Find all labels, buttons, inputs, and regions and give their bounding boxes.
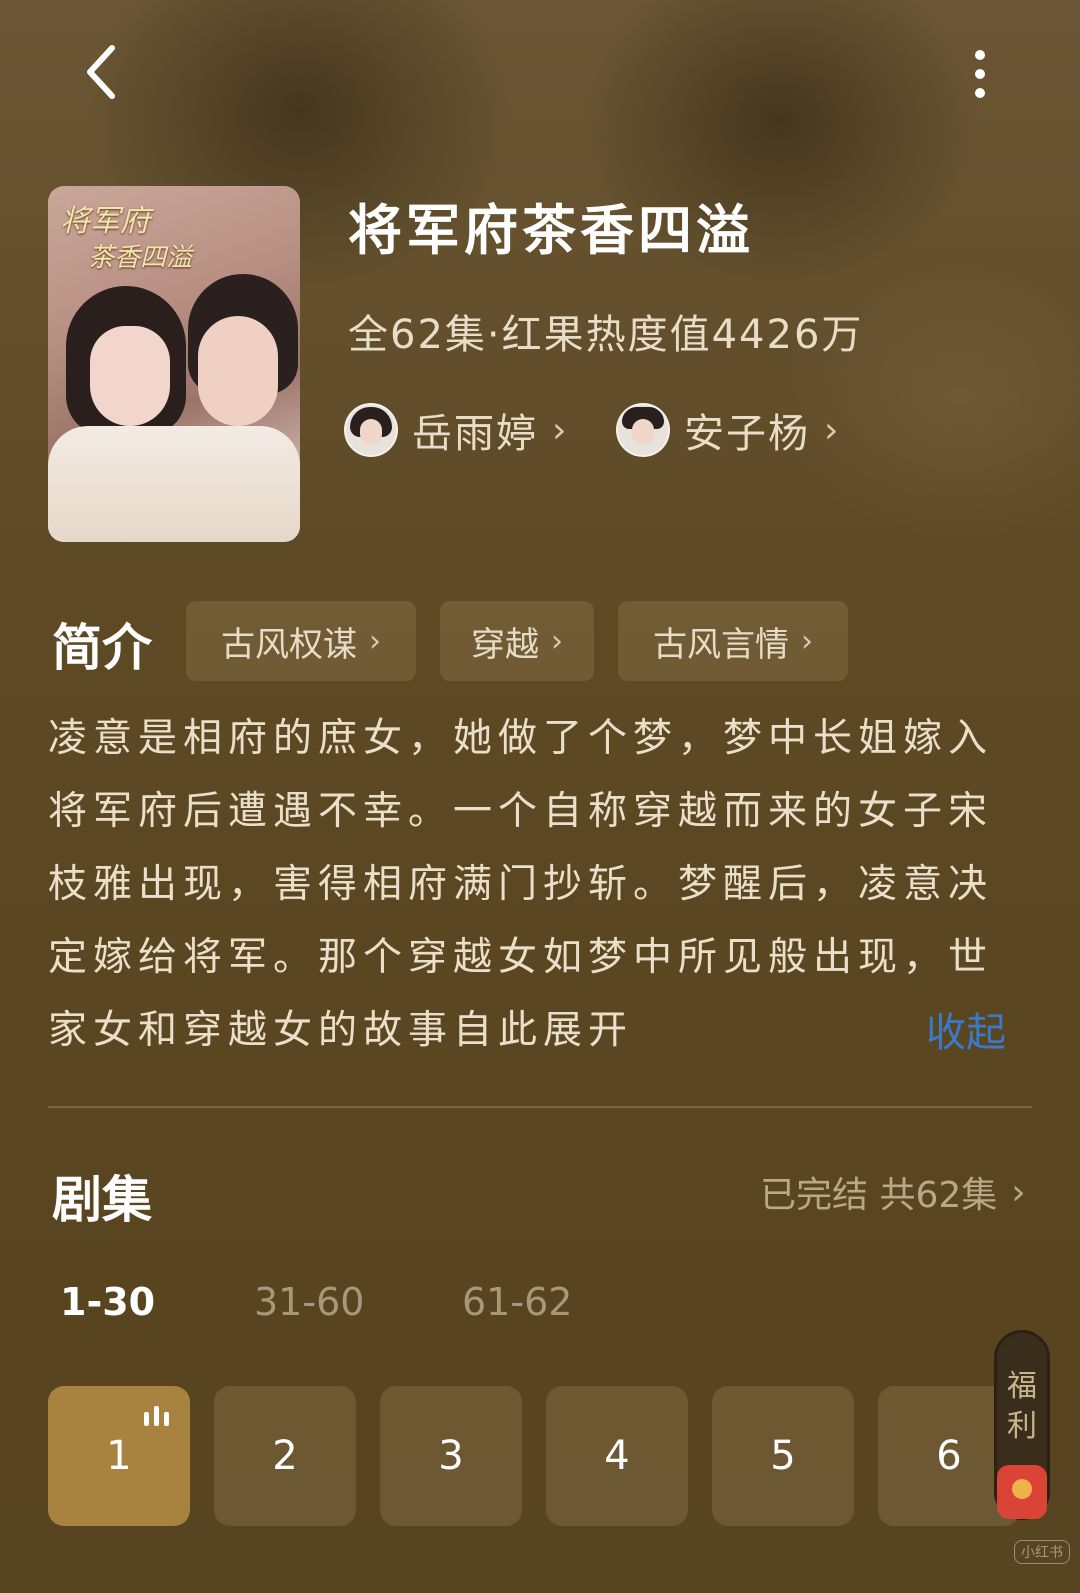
show-title: 将军府茶香四溢	[348, 198, 754, 262]
intro-heading: 简介	[52, 618, 152, 677]
episode-number: 2	[272, 1433, 298, 1479]
playing-icon	[144, 1406, 169, 1426]
red-envelope-icon	[997, 1465, 1047, 1519]
chevron-right-icon: ›	[552, 409, 567, 451]
chevron-right-icon: ›	[824, 409, 839, 451]
tab-range-3[interactable]: 61-62	[462, 1280, 572, 1324]
chevron-right-icon: ›	[801, 623, 813, 659]
tab-range-1[interactable]: 1-30	[60, 1280, 155, 1324]
chevron-right-icon: ›	[1011, 1171, 1026, 1213]
tag-chip[interactable]: 古风言情 ›	[618, 601, 848, 681]
more-dot	[975, 69, 985, 79]
episodes-heading: 剧集	[52, 1170, 152, 1229]
episode-number: 6	[936, 1433, 962, 1479]
show-description: 凌意是相府的庶女，她做了个梦，梦中长姐嫁入将军府后遭遇不幸。一个自称穿越而来的女…	[48, 716, 994, 1053]
actor-link[interactable]: 安子杨 ›	[616, 403, 839, 457]
collapse-button[interactable]: 收起	[926, 1000, 1006, 1058]
chevron-left-icon	[87, 45, 115, 99]
poster-figure	[90, 326, 170, 426]
episode-button[interactable]: 2	[214, 1386, 356, 1526]
episodes-status-link[interactable]: 已完结 共62集 ›	[760, 1166, 1026, 1218]
tag-chip[interactable]: 穿越 ›	[440, 601, 594, 681]
episode-number: 4	[604, 1433, 630, 1479]
divider	[48, 1106, 1032, 1108]
episode-number: 3	[438, 1433, 464, 1479]
episode-grid: 1 2 3 4 5 6	[48, 1386, 1038, 1526]
more-dot	[975, 88, 985, 98]
episode-button[interactable]: 3	[380, 1386, 522, 1526]
show-meta: 全62集·红果热度值4426万	[348, 312, 864, 358]
more-vertical-icon	[975, 50, 985, 60]
episode-button[interactable]: 1	[48, 1386, 190, 1526]
tag-label: 穿越	[471, 624, 539, 665]
watermark: 小红书	[1014, 1540, 1070, 1564]
episode-number: 1	[106, 1433, 132, 1479]
poster-logo: 茶香四溢	[88, 243, 193, 273]
avatar	[616, 403, 670, 457]
tab-range-2[interactable]: 31-60	[254, 1280, 364, 1324]
poster-logo: 将军府	[60, 204, 150, 239]
tag-label: 古风权谋	[221, 624, 357, 665]
actor-link[interactable]: 岳雨婷 ›	[344, 403, 567, 457]
back-button[interactable]	[70, 42, 130, 102]
tag-chip[interactable]: 古风权谋 ›	[186, 601, 416, 681]
actor-name: 岳雨婷	[412, 411, 538, 457]
chevron-right-icon: ›	[551, 623, 563, 659]
poster-figure	[198, 316, 278, 426]
episode-button[interactable]: 4	[546, 1386, 688, 1526]
more-options-button[interactable]	[950, 42, 1010, 106]
welfare-label: 利	[1007, 1409, 1037, 1444]
actor-name: 安子杨	[684, 411, 810, 457]
episode-button[interactable]: 5	[712, 1386, 854, 1526]
episodes-status: 已完结 共62集	[760, 1175, 998, 1216]
tag-label: 古风言情	[653, 624, 789, 665]
chevron-right-icon: ›	[369, 623, 381, 659]
welfare-button[interactable]: 福 利	[994, 1330, 1050, 1520]
poster-figure	[48, 426, 300, 542]
avatar	[344, 403, 398, 457]
episode-number: 5	[770, 1433, 796, 1479]
welfare-label: 福	[1007, 1369, 1037, 1404]
poster-image: 将军府 茶香四溢	[48, 186, 300, 542]
